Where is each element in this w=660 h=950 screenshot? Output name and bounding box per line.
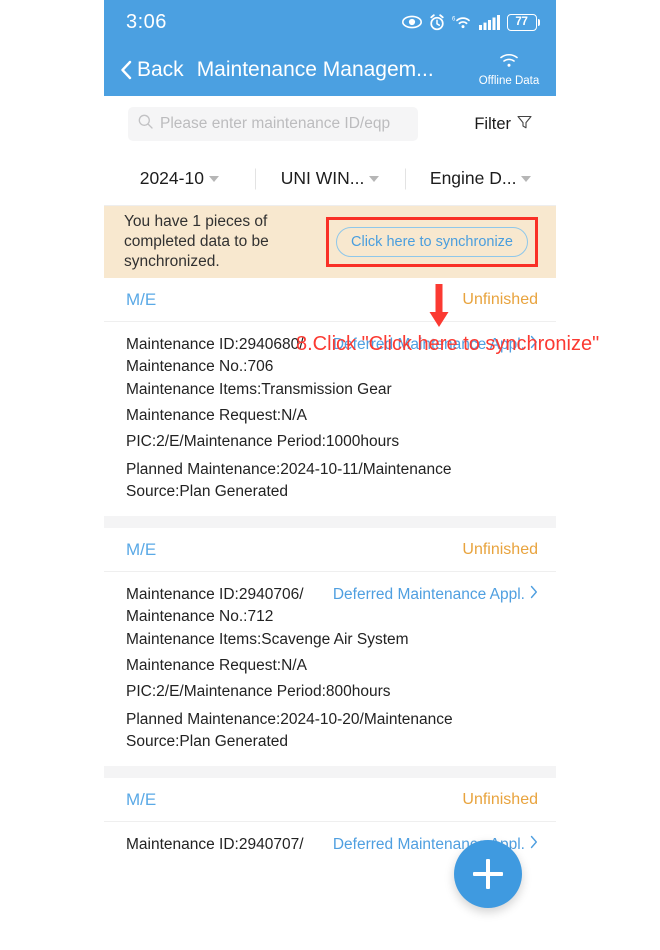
card-department: M/E [126, 539, 157, 559]
battery-icon: 77 [506, 13, 540, 31]
add-button[interactable] [454, 840, 522, 908]
wifi-6-icon: 6 [452, 14, 472, 30]
chevron-right-icon [530, 585, 538, 604]
filter-select-department[interactable]: Engine D... [405, 168, 556, 189]
maintenance-request: Maintenance Request:N/A [126, 407, 307, 424]
maintenance-id-line: Maintenance ID:2940707/ [126, 836, 304, 853]
card-body: Maintenance ID:2940706/ Maintenance No.:… [104, 572, 556, 766]
planned-maintenance: Planned Maintenance:2024-10-11/Maintenan… [126, 461, 452, 500]
list-separator [104, 516, 556, 528]
card-header: M/E Unfinished [104, 278, 556, 322]
maintenance-id-line: Maintenance ID:2940706/ Maintenance No.:… [126, 586, 304, 625]
maintenance-items: Maintenance Items:Scavenge Air System [126, 631, 409, 648]
navigation-bar: Back Maintenance Managem... Offline Data [104, 44, 556, 96]
search-icon [138, 114, 153, 134]
card-header: M/E Unfinished [104, 778, 556, 822]
chevron-down-icon [369, 175, 380, 182]
maintenance-items: Maintenance Items:Transmission Gear [126, 381, 392, 398]
filter-select-period-label: 2024-10 [139, 168, 204, 188]
offline-data-button[interactable]: Offline Data [472, 53, 546, 88]
deferred-maintenance-link[interactable]: Deferred Maintenance Appl. [333, 334, 538, 354]
status-badge: Unfinished [462, 790, 538, 808]
phone-viewport: 3:06 6 77 Back Maintenance Managem... Of… [104, 0, 556, 950]
chevron-down-icon [521, 175, 532, 182]
maintenance-id-line: Maintenance ID:2940680/ Maintenance No.:… [126, 336, 304, 375]
eye-icon [401, 15, 422, 29]
list-item[interactable]: M/E Unfinished Maintenance ID:2940706/ M… [104, 528, 556, 766]
sync-banner-message: You have 1 pieces of completed data to b… [124, 213, 269, 270]
card-department: M/E [126, 289, 157, 309]
card-body: Maintenance ID:2940680/ Maintenance No.:… [104, 322, 556, 516]
battery-percent: 77 [515, 16, 528, 28]
chevron-left-icon [120, 60, 132, 80]
card-department: M/E [126, 789, 157, 809]
deferred-maintenance-label: Deferred Maintenance Appl. [332, 585, 525, 603]
filter-button[interactable]: Filter [474, 115, 538, 134]
card-header: M/E Unfinished [104, 528, 556, 572]
svg-text:6: 6 [452, 17, 456, 23]
search-placeholder: Please enter maintenance ID/eqp [160, 115, 391, 132]
filter-select-vessel-label: UNI WIN... [280, 168, 365, 188]
maintenance-request: Maintenance Request:N/A [126, 657, 307, 674]
chevron-right-icon [530, 335, 538, 354]
status-time: 3:06 [126, 10, 167, 33]
wifi-offline-icon [498, 53, 520, 74]
filter-select-period[interactable]: 2024-10 [104, 168, 255, 189]
deferred-maintenance-label: Deferred Maintenance Appl. [332, 335, 525, 353]
card-top-row: Maintenance ID:2940680/ Maintenance No.:… [126, 334, 538, 377]
filter-funnel-icon [517, 115, 532, 134]
filter-select-vessel[interactable]: UNI WIN... [255, 168, 406, 189]
maintenance-pic-period: PIC:2/E/Maintenance Period:800hours [126, 683, 391, 700]
maintenance-list: M/E Unfinished Maintenance ID:2940680/ M… [104, 278, 556, 870]
filter-select-row: 2024-10 UNI WIN... Engine D... [104, 152, 556, 206]
filter-label: Filter [474, 114, 511, 133]
deferred-maintenance-link[interactable]: Deferred Maintenance Appl. [333, 584, 538, 604]
alarm-clock-icon [429, 13, 445, 31]
list-separator [104, 766, 556, 778]
chevron-right-icon [530, 835, 538, 854]
status-bar: 3:06 6 77 [104, 0, 556, 44]
sync-banner: You have 1 pieces of completed data to b… [104, 206, 556, 278]
search-row: Please enter maintenance ID/eqp Filter [104, 96, 556, 152]
list-item[interactable]: M/E Unfinished Maintenance ID:2940680/ M… [104, 278, 556, 516]
back-label: Back [137, 58, 184, 81]
status-badge: Unfinished [462, 290, 538, 308]
offline-data-label: Offline Data [478, 74, 540, 87]
chevron-down-icon [208, 175, 219, 182]
planned-maintenance: Planned Maintenance:2024-10-20/Maintenan… [126, 711, 453, 750]
card-top-row: Maintenance ID:2940706/ Maintenance No.:… [126, 584, 538, 627]
sync-button-highlight: Click here to synchronize [326, 217, 538, 267]
maintenance-pic-period: PIC:2/E/Maintenance Period:1000hours [126, 433, 400, 450]
status-icon-group: 6 77 [401, 13, 540, 31]
page-title: Maintenance Managem... [196, 58, 434, 81]
cellular-signal-icon [478, 14, 500, 30]
screenshot-root: 3:06 6 77 Back Maintenance Managem... Of… [0, 0, 660, 950]
synchronize-button[interactable]: Click here to synchronize [336, 227, 528, 257]
status-badge: Unfinished [462, 540, 538, 558]
back-button[interactable]: Back [120, 58, 184, 82]
search-input[interactable]: Please enter maintenance ID/eqp [128, 107, 418, 141]
filter-select-department-label: Engine D... [429, 168, 517, 188]
